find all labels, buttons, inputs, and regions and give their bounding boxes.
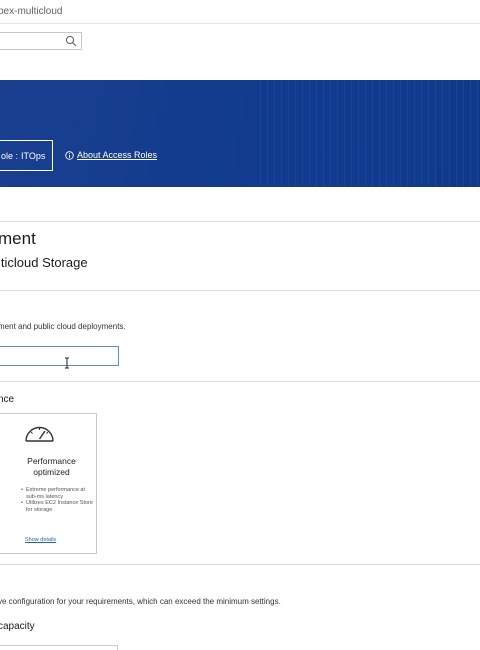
gauge-icon (25, 426, 54, 442)
card-feature-list: Extreme performance at sub-ms latency Ut… (21, 487, 93, 513)
card-title: Performance optimized (0, 456, 98, 478)
capacity-input[interactable] (0, 645, 118, 650)
search-icon[interactable] (65, 35, 77, 47)
performance-section-label: nce (0, 394, 15, 405)
about-access-roles-text: About Access Roles (77, 150, 158, 160)
card-feature-item: Utilizes EC2 Instance Store for storage (21, 500, 93, 513)
about-access-roles-link[interactable]: About Access Roles (65, 150, 157, 160)
info-icon (65, 150, 74, 160)
show-details-link[interactable]: Show details (25, 537, 56, 543)
access-role-banner: ole : ITOps About Access Roles (0, 80, 480, 187)
deployment-description: ment and public cloud deployments. (0, 322, 126, 331)
banner-pattern (260, 80, 480, 187)
page-subtitle: lticloud Storage (0, 255, 88, 270)
browser-address-bar[interactable]: pex-multicloud (0, 0, 480, 24)
card-title-line2: optimized (33, 467, 70, 477)
capacity-label: capacity (0, 621, 35, 632)
divider (0, 221, 480, 222)
role-label: ole : (1, 150, 19, 161)
divider (0, 290, 480, 291)
role-value: ITOps (21, 150, 46, 161)
search-input[interactable] (0, 32, 82, 50)
divider (0, 381, 480, 382)
divider (0, 564, 480, 565)
page-title: ment (0, 229, 36, 248)
url-text: pex-multicloud (0, 6, 63, 17)
role-selector[interactable]: ole : ITOps (0, 140, 53, 171)
text-cursor-icon (65, 357, 69, 369)
card-feature-item: Extreme performance at sub-ms latency (21, 487, 93, 500)
deployment-name-input[interactable] (0, 346, 119, 366)
configuration-description: ve configuration for your requirements, … (0, 597, 281, 606)
card-title-line1: Performance (27, 456, 76, 466)
performance-optimized-card[interactable]: Performance optimized Extreme performanc… (0, 413, 97, 554)
